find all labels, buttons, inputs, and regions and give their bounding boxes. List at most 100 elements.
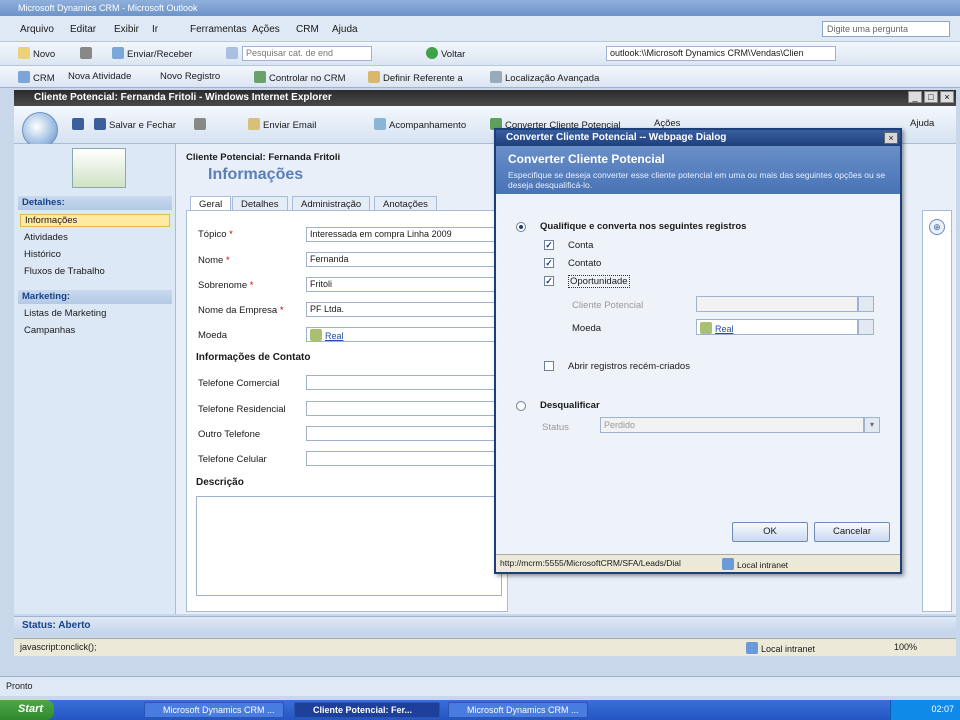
tab-anotacoes[interactable]: Anotações [374, 196, 437, 211]
dialog-currency-label: Moeda [572, 323, 602, 334]
qualify-radio[interactable] [516, 222, 526, 232]
last-name-field[interactable]: Fritoli [306, 277, 498, 292]
save-icon[interactable] [72, 118, 87, 131]
crm-icon [18, 71, 30, 83]
send-receive-icon [112, 47, 124, 59]
outlook-address-input[interactable]: outlook:\\Microsoft Dynamics CRM\Vendas\… [606, 46, 836, 61]
outlook-standard-toolbar: Novo Enviar/Receber Pesquisar cat. de en… [0, 42, 960, 66]
nav-item-atividades[interactable]: Atividades [24, 232, 68, 243]
mobile-phone-field[interactable] [306, 451, 498, 466]
crm-toolbar: CRM Nova Atividade Novo Registro Control… [0, 66, 960, 88]
menu-crm[interactable]: CRM [296, 24, 319, 35]
maximize-icon[interactable]: □ [924, 91, 938, 103]
record-entity-title: Cliente Potencial: Fernanda Fritoli [186, 152, 341, 163]
new-icon [18, 47, 30, 59]
nav-marketing-header[interactable]: Marketing: [18, 290, 172, 304]
menu-ir[interactable]: Ir [152, 24, 158, 35]
ie-zoom[interactable]: 100% [894, 642, 917, 652]
ask-question-input[interactable]: Digite uma pergunta [822, 21, 950, 37]
potential-customer-label: Cliente Potencial [572, 300, 644, 311]
topic-label: Tópico * [198, 229, 233, 240]
first-name-label: Nome * [198, 255, 230, 266]
open-new-records-label: Abrir registros recém-criados [568, 361, 690, 372]
expand-icon[interactable]: ⊕ [929, 219, 945, 235]
menu-editar[interactable]: Editar [70, 24, 96, 35]
ok-button[interactable]: OK [732, 522, 808, 542]
record-section-title: Informações [208, 166, 304, 183]
tab-detalhes[interactable]: Detalhes [232, 196, 288, 211]
back-arrow-icon [426, 47, 438, 59]
start-button[interactable]: Start [0, 700, 54, 720]
dialog-currency-lookup-icon[interactable] [858, 319, 874, 335]
track-in-crm-button[interactable]: Controlar no CRM [254, 71, 346, 84]
minimize-icon[interactable]: _ [908, 91, 922, 103]
send-receive-button[interactable]: Enviar/Receber [112, 47, 192, 60]
dialog-status-bar: http://mcrm:5555/MicrosoftCRM/SFA/Leads/… [496, 554, 900, 572]
outlook-status-bar: Pronto [0, 676, 960, 696]
contact-info-section: Informações de Contato [196, 352, 311, 363]
dialog-currency-field[interactable]: Real [696, 319, 858, 335]
track-icon [254, 71, 266, 83]
work-phone-label: Telefone Comercial [198, 378, 280, 389]
new-activity-button[interactable]: Nova Atividade [68, 71, 131, 82]
print-record-icon[interactable] [194, 118, 209, 131]
dialog-currency-link[interactable]: Real [715, 324, 734, 334]
followup-button[interactable]: Acompanhamento [374, 118, 466, 131]
account-label: Conta [568, 240, 594, 251]
close-icon[interactable]: × [940, 91, 954, 103]
tab-administracao[interactable]: Administração [292, 196, 371, 211]
currency-link[interactable]: Real [325, 331, 344, 341]
print-icon[interactable] [80, 47, 95, 60]
menu-ferramentas[interactable]: Ferramentas [190, 24, 247, 35]
contact-checkbox[interactable]: ✓ [544, 258, 554, 268]
nav-item-campanhas[interactable]: Campanhas [24, 325, 75, 336]
home-phone-field[interactable] [306, 401, 498, 416]
set-regarding-button[interactable]: Definir Referente a [368, 71, 463, 84]
new-record-button[interactable]: Novo Registro [160, 71, 220, 82]
topic-field[interactable]: Interessada em compra Linha 2009 [306, 227, 498, 242]
first-name-field[interactable]: Fernanda [306, 252, 498, 267]
menu-acoes[interactable]: Ações [252, 24, 280, 35]
home-phone-label: Telefone Residencial [198, 404, 286, 415]
help-button[interactable]: Ajuda [910, 118, 934, 129]
currency-label: Moeda [198, 330, 228, 341]
menu-ajuda[interactable]: Ajuda [332, 24, 358, 35]
nav-item-listas-marketing[interactable]: Listas de Marketing [24, 308, 106, 319]
opportunity-checkbox[interactable]: ✓ [544, 276, 554, 286]
task-lead-window[interactable]: Cliente Potencial: Fer... [294, 702, 440, 718]
save-close-button[interactable]: Salvar e Fechar [94, 118, 176, 131]
nav-item-fluxos[interactable]: Fluxos de Trabalho [24, 266, 105, 277]
work-phone-field[interactable] [306, 375, 498, 390]
nav-item-historico[interactable]: Histórico [24, 249, 61, 260]
advanced-find-button[interactable]: Localização Avançada [490, 71, 599, 84]
ie-window-controls: _ □ × [906, 91, 954, 103]
search-address-book-input[interactable]: Pesquisar cat. de end [242, 46, 372, 61]
disqualify-status-label: Status [542, 422, 569, 433]
nav-item-informacoes[interactable]: Informações [20, 214, 170, 227]
description-field[interactable] [196, 496, 502, 596]
task-crm-1[interactable]: Microsoft Dynamics CRM ... [144, 702, 284, 718]
menu-arquivo[interactable]: Arquivo [20, 24, 54, 35]
open-new-records-checkbox[interactable] [544, 361, 554, 371]
company-label: Nome da Empresa * [198, 305, 284, 316]
disqualify-status-select[interactable]: Perdido [600, 417, 864, 433]
new-button[interactable]: Novo [18, 47, 55, 60]
account-checkbox[interactable]: ✓ [544, 240, 554, 250]
nav-details-header[interactable]: Detalhes: [18, 196, 172, 210]
address-book-icon[interactable] [226, 47, 241, 60]
clock: 02:07 [931, 704, 954, 714]
other-phone-field[interactable] [306, 426, 498, 441]
potential-customer-lookup-icon[interactable] [858, 296, 874, 312]
currency-lookup-field[interactable]: Real [306, 327, 498, 342]
disqualify-radio[interactable] [516, 401, 526, 411]
task-crm-2[interactable]: Microsoft Dynamics CRM ... [448, 702, 588, 718]
crm-menu-button[interactable]: CRM [18, 71, 55, 84]
back-button[interactable]: Voltar [426, 47, 465, 60]
company-field[interactable]: PF Ltda. [306, 302, 498, 317]
menu-exibir[interactable]: Exibir [114, 24, 139, 35]
send-email-button[interactable]: Enviar Email [248, 118, 316, 131]
potential-customer-field[interactable] [696, 296, 858, 312]
chevron-down-icon[interactable]: ▾ [864, 417, 880, 433]
cancel-button[interactable]: Cancelar [814, 522, 890, 542]
dialog-close-icon[interactable]: × [884, 132, 898, 144]
